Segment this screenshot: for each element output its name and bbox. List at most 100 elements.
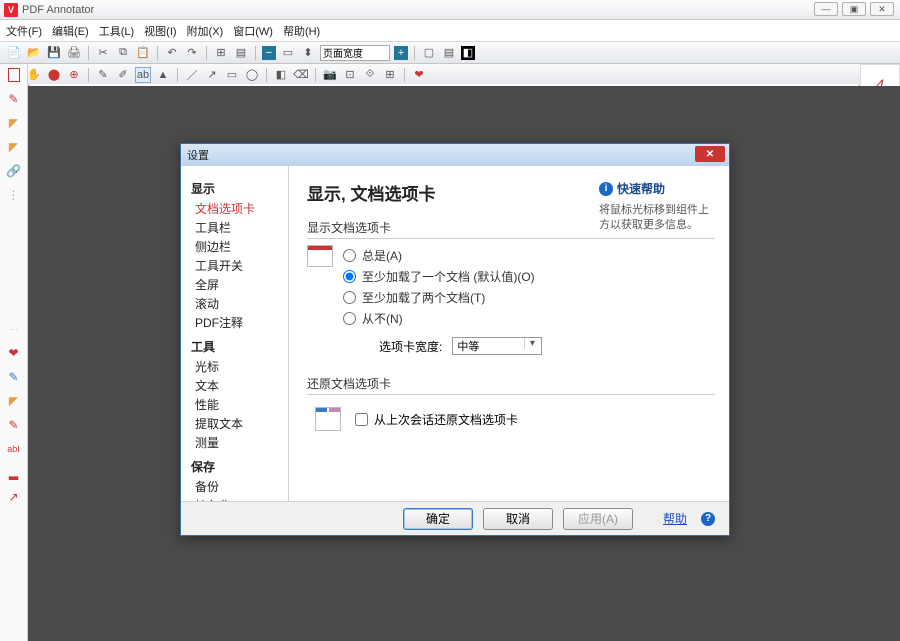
stamp-icon[interactable]: ▲: [155, 67, 171, 83]
menu-help[interactable]: 帮助(H): [283, 23, 320, 39]
help-title: 快速帮助: [617, 180, 665, 197]
menu-window[interactable]: 窗口(W): [233, 23, 273, 39]
menu-file[interactable]: 文件(F): [6, 23, 42, 39]
ellipse-icon[interactable]: ◯: [244, 67, 260, 83]
zoom-out-icon[interactable]: −: [262, 46, 276, 60]
nav-item-doc-tabs[interactable]: 文档选项卡: [191, 199, 288, 218]
menu-extra[interactable]: 附加(X): [187, 23, 224, 39]
pal-dots2-icon[interactable]: ···: [5, 322, 23, 336]
undo-icon[interactable]: ↶: [164, 45, 180, 61]
menu-tool[interactable]: 工具(L): [99, 23, 134, 39]
nav-item-pdf-annot[interactable]: PDF注释: [191, 313, 288, 332]
magnify-icon[interactable]: ⊕: [66, 67, 82, 83]
save-icon[interactable]: 💾: [46, 45, 62, 61]
separator: [255, 46, 256, 60]
nav-item-toolbar[interactable]: 工具栏: [191, 218, 288, 237]
rect-icon[interactable]: ▭: [224, 67, 240, 83]
restore-label: 从上次会话还原文档选项卡: [374, 411, 518, 428]
page-icon[interactable]: ▢: [421, 45, 437, 61]
pal-arrow-icon[interactable]: ↗: [5, 490, 23, 504]
nav-item-backup[interactable]: 备份: [191, 477, 288, 496]
doc-icon[interactable]: ▤: [233, 45, 249, 61]
separator: [404, 68, 405, 82]
open-icon[interactable]: 📂: [26, 45, 42, 61]
find-icon[interactable]: ⊞: [213, 45, 229, 61]
menu-view[interactable]: 视图(I): [144, 23, 176, 39]
help-icon[interactable]: ?: [701, 512, 715, 526]
maximize-button[interactable]: ▣: [842, 2, 866, 16]
camera-icon[interactable]: 📷: [322, 67, 338, 83]
pal-text-icon[interactable]: abI: [5, 442, 23, 456]
pal-link-icon[interactable]: 🔗: [5, 164, 23, 178]
zoom-in-icon[interactable]: +: [394, 46, 408, 60]
pal-dots-icon[interactable]: ⋮: [5, 188, 23, 202]
new-icon[interactable]: 📄: [6, 45, 22, 61]
nav-item-perf[interactable]: 性能: [191, 395, 288, 414]
pal-pen-red2-icon[interactable]: ✎: [5, 418, 23, 432]
pal-pen-red-icon[interactable]: ✎: [5, 92, 23, 106]
dialog-titlebar[interactable]: 设置 ✕: [181, 144, 729, 166]
crop-icon[interactable]: ⊡: [342, 67, 358, 83]
help-link[interactable]: 帮助: [663, 510, 687, 527]
window-close-button[interactable]: ✕: [870, 2, 894, 16]
nav-item-fullscreen[interactable]: 全屏: [191, 275, 288, 294]
dark-icon[interactable]: ◧: [461, 46, 475, 60]
pal-rect-icon[interactable]: [8, 68, 20, 82]
eraser-icon[interactable]: ◧: [273, 67, 289, 83]
settings-dialog: 设置 ✕ 显示 文档选项卡 工具栏 侧边栏 工具开关 全屏 滚动 PDF注释 工…: [180, 143, 730, 536]
eraser2-icon[interactable]: ⌫: [293, 67, 309, 83]
pal-stamp-icon[interactable]: ▂: [5, 466, 23, 480]
cancel-button[interactable]: 取消: [483, 508, 553, 530]
cut-icon[interactable]: ✂: [95, 45, 111, 61]
settings-content: 显示, 文档选项卡 显示文档选项卡 总是(A) 至少加载了一个文档 (默认值)(…: [289, 166, 729, 501]
ok-button[interactable]: 确定: [403, 508, 473, 530]
nav-item-toolswitch[interactable]: 工具开关: [191, 256, 288, 275]
nav-item-cursor[interactable]: 光标: [191, 357, 288, 376]
paste-icon[interactable]: 📋: [135, 45, 151, 61]
nav-item-persist[interactable]: 持久化: [191, 496, 288, 501]
separator: [157, 46, 158, 60]
pen-icon[interactable]: ✎: [95, 67, 111, 83]
fit-page-icon[interactable]: ▭: [280, 45, 296, 61]
nav-item-measure[interactable]: 测量: [191, 433, 288, 452]
minimize-button[interactable]: —: [814, 2, 838, 16]
hand-icon[interactable]: ✋: [26, 67, 42, 83]
zoom-input[interactable]: [320, 45, 390, 61]
pal-tri2-icon[interactable]: ◤: [5, 140, 23, 154]
print-icon[interactable]: 🖨: [66, 45, 82, 61]
nav-item-scroll[interactable]: 滚动: [191, 294, 288, 313]
line-icon[interactable]: ／: [184, 67, 200, 83]
app-logo: V: [4, 3, 18, 17]
radio-one-loaded[interactable]: 至少加载了一个文档 (默认值)(O): [339, 266, 715, 287]
text-tool-icon[interactable]: ab: [135, 67, 151, 83]
group-restore-tabs: 还原文档选项卡: [307, 375, 715, 395]
pal-tri-icon[interactable]: ◤: [5, 116, 23, 130]
app-title: PDF Annotator: [22, 4, 94, 16]
marker-icon[interactable]: ✐: [115, 67, 131, 83]
tab-width-select[interactable]: 中等: [452, 337, 542, 355]
nav-item-extract[interactable]: 提取文本: [191, 414, 288, 433]
separator: [315, 68, 316, 82]
pal-heart-icon[interactable]: ❤: [5, 346, 23, 360]
apply-button[interactable]: 应用(A): [563, 508, 633, 530]
measure-icon[interactable]: ⟐: [362, 67, 378, 83]
arrow-icon[interactable]: ↗: [204, 67, 220, 83]
fit-width-icon[interactable]: ⬍: [300, 45, 316, 61]
restore-checkbox[interactable]: [355, 413, 368, 426]
radio-two-loaded[interactable]: 至少加载了两个文档(T): [339, 287, 715, 308]
image-icon[interactable]: ⊞: [382, 67, 398, 83]
favorite-icon[interactable]: ❤: [411, 67, 427, 83]
pal-tri3-icon[interactable]: ◤: [5, 394, 23, 408]
copy-icon[interactable]: ⧉: [115, 45, 131, 61]
menu-edit[interactable]: 编辑(E): [52, 23, 89, 39]
page2-icon[interactable]: ▤: [441, 45, 457, 61]
nav-item-sidebar[interactable]: 侧边栏: [191, 237, 288, 256]
radio-always[interactable]: 总是(A): [339, 245, 715, 266]
pal-pen-blue-icon[interactable]: ✎: [5, 370, 23, 384]
separator: [88, 68, 89, 82]
redo-icon[interactable]: ↷: [184, 45, 200, 61]
radio-never[interactable]: 从不(N): [339, 308, 715, 329]
text-select-icon[interactable]: ⬤: [46, 67, 62, 83]
nav-item-text[interactable]: 文本: [191, 376, 288, 395]
dialog-close-button[interactable]: ✕: [695, 146, 725, 162]
